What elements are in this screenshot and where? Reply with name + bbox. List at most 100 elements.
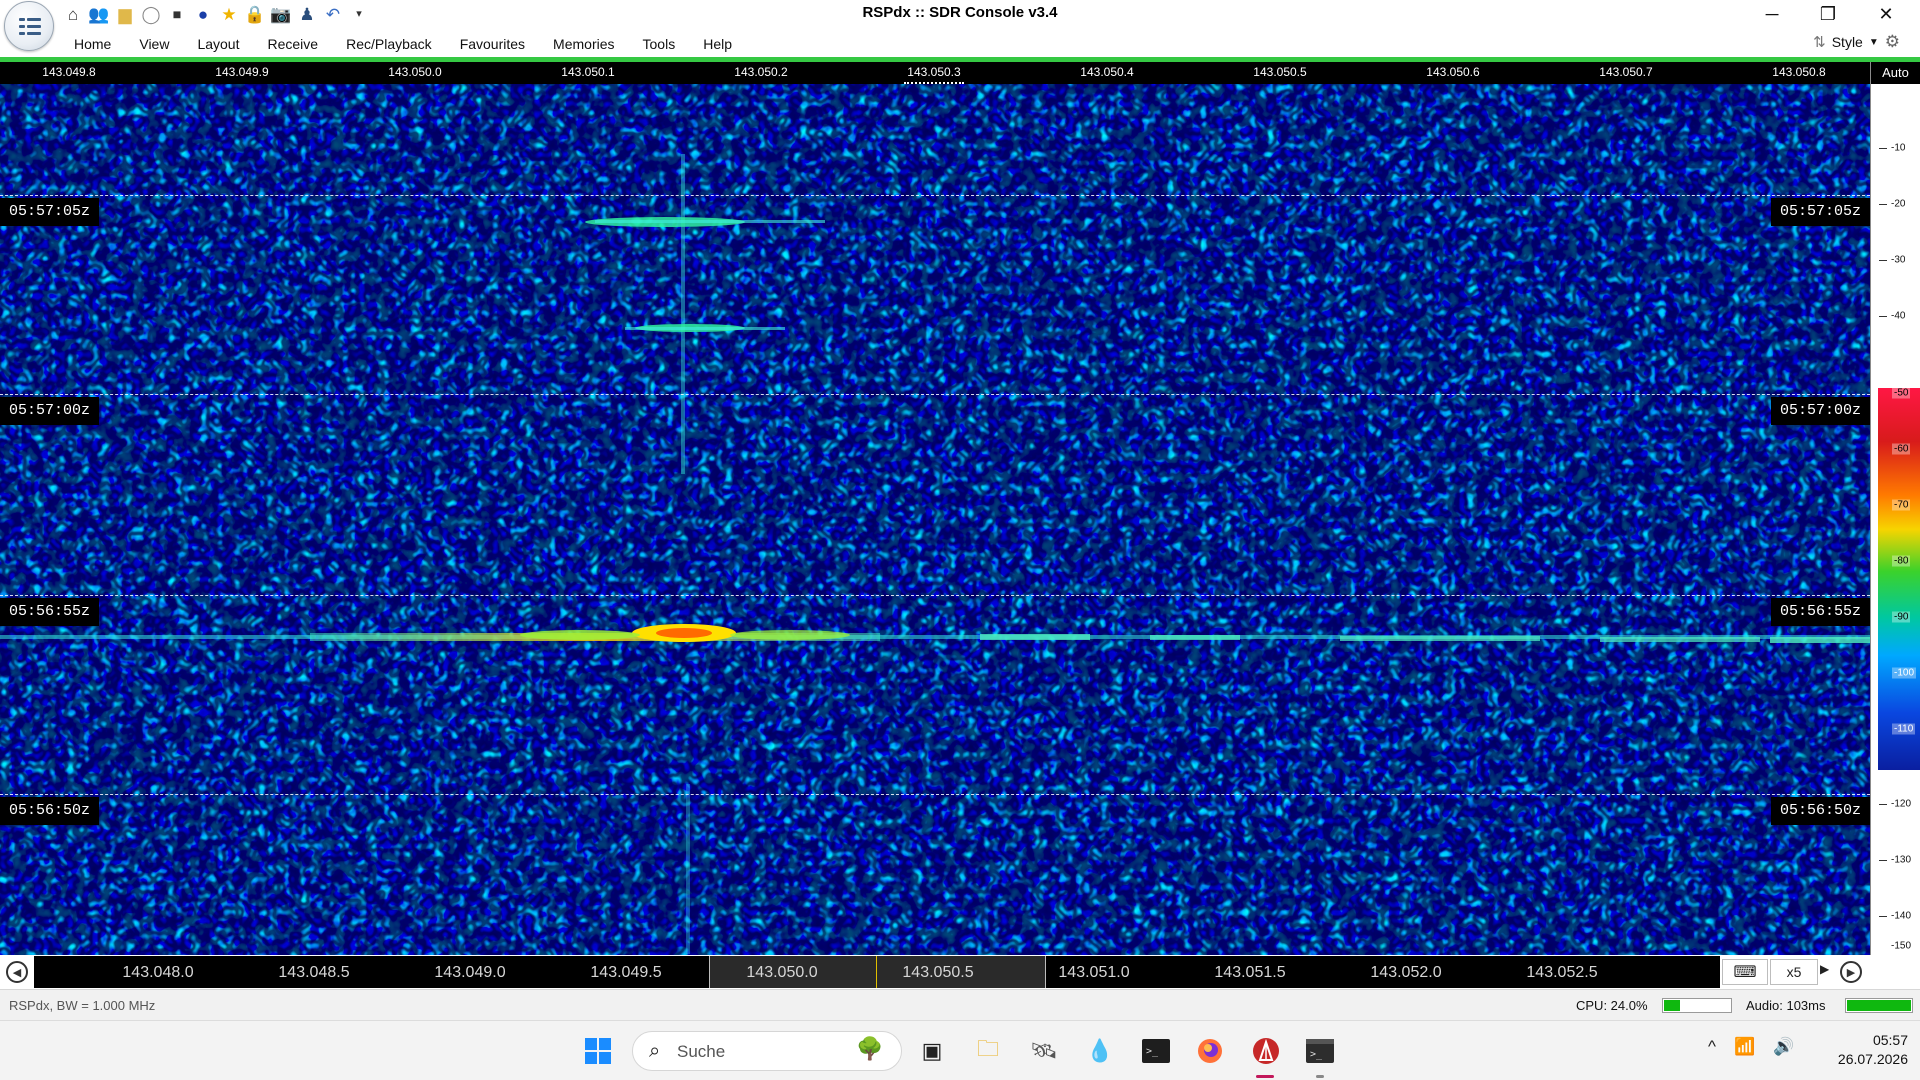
search-placeholder: Suche — [677, 1042, 726, 1061]
bottom-scale-label: 143.049.0 — [434, 964, 506, 981]
level-label: -20 — [1891, 198, 1906, 210]
clock-time: 05:57 — [1872, 1032, 1908, 1048]
tab-home[interactable]: Home — [60, 34, 125, 54]
style-switch-icon: ⇅ — [1813, 34, 1826, 51]
wifi-icon[interactable]: 📶 — [1734, 1037, 1755, 1057]
chevron-up-icon[interactable]: ^ — [1708, 1037, 1716, 1057]
gear-icon[interactable]: ⚙ — [1885, 32, 1900, 52]
bottom-scale-label: 143.051.0 — [1058, 964, 1130, 981]
level-label: -80 — [1892, 555, 1911, 567]
bottom-scale-label: 143.050.5 — [902, 964, 974, 981]
top-scale-label: 143.050.2 — [734, 65, 788, 79]
title-bar: ⌂ 👥 ▆ ◯ ⏹ ● ★ 🔒 📷 ♟ ↶ ▾ RSPdx :: SDR Con… — [0, 0, 1920, 51]
terminal-shell-icon[interactable]: >_ — [1298, 1029, 1342, 1073]
windows-start-icon[interactable] — [576, 1029, 620, 1073]
audio-buffer-bar — [1845, 998, 1913, 1013]
satellite-icon[interactable]: 🛰 — [1022, 1029, 1066, 1073]
keyboard-icon: ⌨ — [1733, 964, 1757, 981]
time-gridline — [0, 794, 1870, 795]
bottom-scale-label: 143.051.5 — [1214, 964, 1286, 981]
firefox-icon[interactable] — [1188, 1029, 1232, 1073]
signal-streak — [980, 634, 1090, 640]
signal-streak — [1600, 637, 1760, 642]
tab-help[interactable]: Help — [689, 34, 746, 54]
close-button[interactable]: ✕ — [1858, 0, 1914, 28]
timestamp-label-right: 05:57:05z — [1770, 198, 1870, 226]
auto-level-button[interactable]: Auto — [1871, 62, 1920, 84]
color-palette-bar[interactable]: -50 -60 -70 -80 -90 -100 -110 — [1878, 387, 1920, 770]
tab-view[interactable]: View — [125, 34, 183, 54]
app-drop-icon[interactable]: 💧 — [1078, 1029, 1122, 1073]
waterfall-display[interactable]: 05:57:05z 05:57:05z 05:57:00z 05:57:00z … — [0, 84, 1870, 955]
folders-icon[interactable]: 🗀 — [966, 1029, 1010, 1073]
timestamp-label-left: 05:56:55z — [0, 598, 100, 626]
signal-streak — [520, 630, 640, 640]
signal-streak — [1150, 635, 1240, 640]
svg-text:>_: >_ — [1146, 1046, 1159, 1057]
application-menu-button[interactable] — [4, 1, 54, 51]
tab-tools[interactable]: Tools — [629, 34, 690, 54]
keyboard-button[interactable]: ⌨ — [1722, 959, 1768, 985]
time-gridline — [0, 595, 1870, 596]
tab-rec-playback[interactable]: Rec/Playback — [332, 34, 446, 54]
level-tick — [1879, 860, 1887, 861]
level-tick — [1879, 316, 1887, 317]
minimize-button[interactable]: ─ — [1744, 0, 1800, 28]
level-label: -110 — [1892, 723, 1916, 735]
audio-latency-label: Audio: 103ms — [1746, 998, 1826, 1013]
file-explorer-icon[interactable]: ▣ — [910, 1029, 954, 1073]
restore-button[interactable]: ❐ — [1800, 0, 1856, 28]
ribbon-tab-row: Home View Layout Receive Rec/Playback Fa… — [0, 30, 1920, 58]
cpu-usage-bar — [1662, 998, 1732, 1013]
timestamp-label-left: 05:56:50z — [0, 797, 100, 825]
sdr-console-icon[interactable] — [1244, 1029, 1288, 1073]
tab-receive[interactable]: Receive — [254, 34, 333, 54]
bottom-scale-label: 143.052.0 — [1370, 964, 1442, 981]
volume-icon[interactable]: 🔊 — [1773, 1037, 1794, 1057]
bottom-scale-label: 143.049.5 — [590, 964, 662, 981]
top-scale-label: 143.050.1 — [561, 65, 615, 79]
zoom-next-icon[interactable]: ▶ — [1820, 962, 1829, 976]
bottom-scale-label: 143.048.0 — [122, 964, 194, 981]
carrier-trace — [686, 784, 690, 954]
ribbon-tabs: Home View Layout Receive Rec/Playback Fa… — [60, 34, 746, 54]
top-scale-label: 143.049.8 — [42, 65, 96, 79]
zoom-level[interactable]: x5 — [1770, 959, 1818, 985]
level-tick — [1879, 148, 1887, 149]
taskbar-clock[interactable]: 05:57 26.07.2026 — [1808, 1031, 1908, 1069]
level-label: -50 — [1892, 387, 1911, 399]
level-label: -120 — [1891, 798, 1912, 810]
level-tick — [1879, 204, 1887, 205]
scroll-right-button[interactable]: ▶ — [1840, 961, 1862, 983]
level-axis[interactable]: -50 -60 -70 -80 -90 -100 -110 -10 -20 -3… — [1871, 84, 1920, 955]
system-tray: ^ 📶 🔊 — [1708, 1037, 1794, 1057]
clock-date: 26.07.2026 — [1837, 1051, 1908, 1067]
bottom-scale-label: 143.048.5 — [278, 964, 350, 981]
waterfall-canvas — [0, 84, 1870, 955]
style-menu[interactable]: ⇅ Style ▼ ⚙ — [1813, 32, 1900, 52]
top-scale-label: 143.050.5 — [1253, 65, 1307, 79]
status-bar: RSPdx, BW = 1.000 MHz CPU: 24.0% Audio: … — [0, 989, 1920, 1020]
timestamp-label-right: 05:56:50z — [1770, 797, 1870, 825]
tab-layout[interactable]: Layout — [183, 34, 253, 54]
level-scale-panel: Auto -50 -60 -70 -80 -90 -100 -110 -10 -… — [1870, 62, 1920, 955]
top-scale-label: 143.050.3 — [907, 65, 961, 79]
level-label: -140 — [1891, 910, 1912, 922]
signal-streak — [595, 220, 825, 223]
cpu-usage-label: CPU: 24.0% — [1576, 998, 1648, 1013]
terminal-icon[interactable]: >_ — [1134, 1029, 1178, 1073]
timestamp-label-right: 05:57:00z — [1770, 397, 1870, 425]
taskbar-search-box[interactable]: ⌕ Suche 🌳 — [632, 1031, 902, 1071]
scroll-left-button[interactable]: ◀ — [6, 961, 28, 983]
cpu-usage-fill — [1664, 1000, 1680, 1011]
level-tick — [1879, 916, 1887, 917]
device-bandwidth-status: RSPdx, BW = 1.000 MHz — [9, 998, 156, 1013]
level-label: -30 — [1891, 254, 1906, 266]
tab-memories[interactable]: Memories — [539, 34, 628, 54]
tab-favourites[interactable]: Favourites — [446, 34, 539, 54]
level-label: -150 — [1891, 940, 1912, 952]
timestamp-label-right: 05:56:55z — [1770, 598, 1870, 626]
search-highlight-icon: 🌳 — [856, 1036, 884, 1061]
signal-peak — [656, 628, 712, 638]
timestamp-label-left: 05:57:00z — [0, 397, 100, 425]
